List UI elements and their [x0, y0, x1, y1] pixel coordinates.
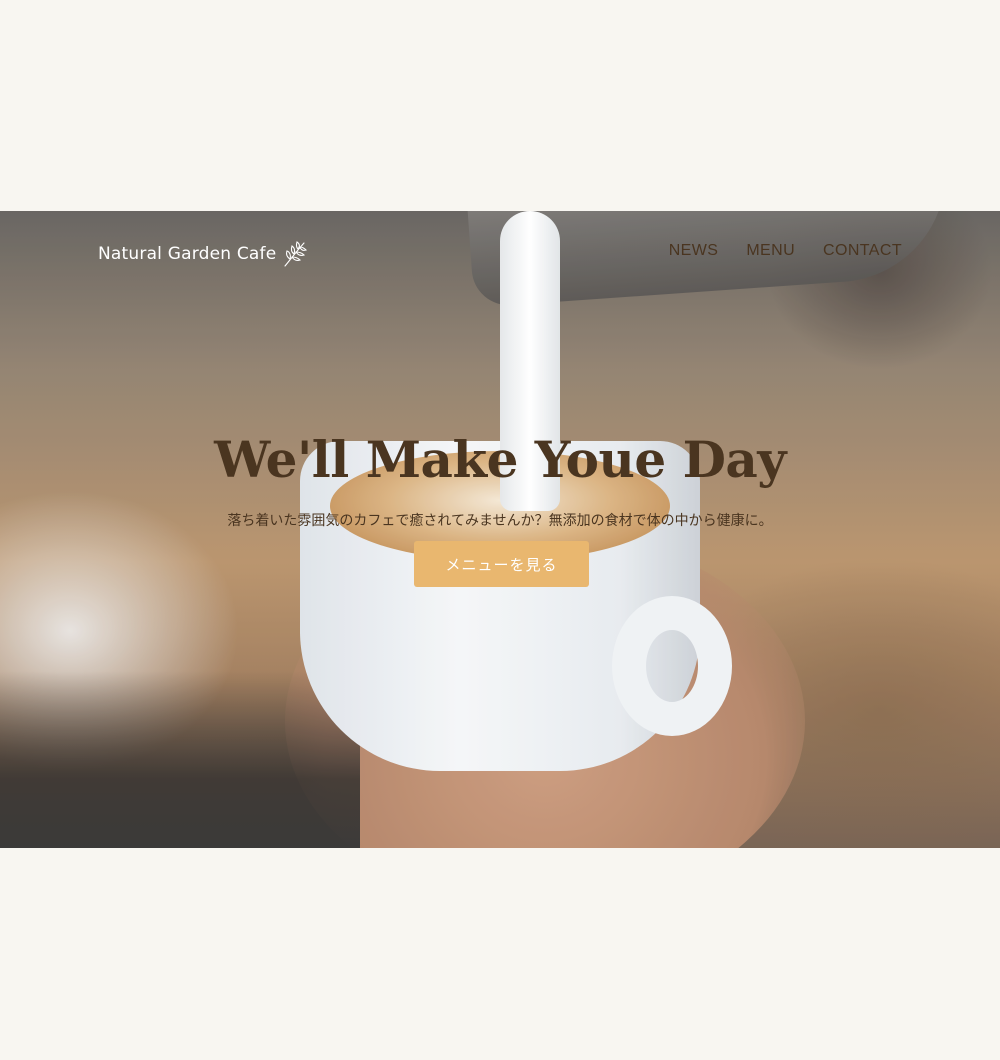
main-nav: NEWS MENU CONTACT: [669, 242, 902, 260]
nav-item-contact[interactable]: CONTACT: [823, 242, 902, 260]
view-menu-button[interactable]: メニューを見る: [414, 541, 589, 587]
logo-text: Natural Garden Cafe: [98, 244, 277, 264]
nav-item-menu[interactable]: MENU: [746, 242, 795, 260]
nav-item-news[interactable]: NEWS: [669, 242, 719, 260]
site-header: Natural Garden Cafe NEWS MENU CONTACT: [0, 211, 1000, 291]
hero-title: We'll Make Youe Day: [214, 429, 786, 489]
leaf-icon: [282, 240, 308, 268]
hero-section: Natural Garden Cafe NEWS MENU CONTACT We…: [0, 211, 1000, 848]
hero-subtitle: 落ち着いた雰囲気のカフェで癒されてみませんか？無添加の食材で体の中から健康に。: [227, 513, 773, 529]
site-logo[interactable]: Natural Garden Cafe: [98, 240, 308, 268]
